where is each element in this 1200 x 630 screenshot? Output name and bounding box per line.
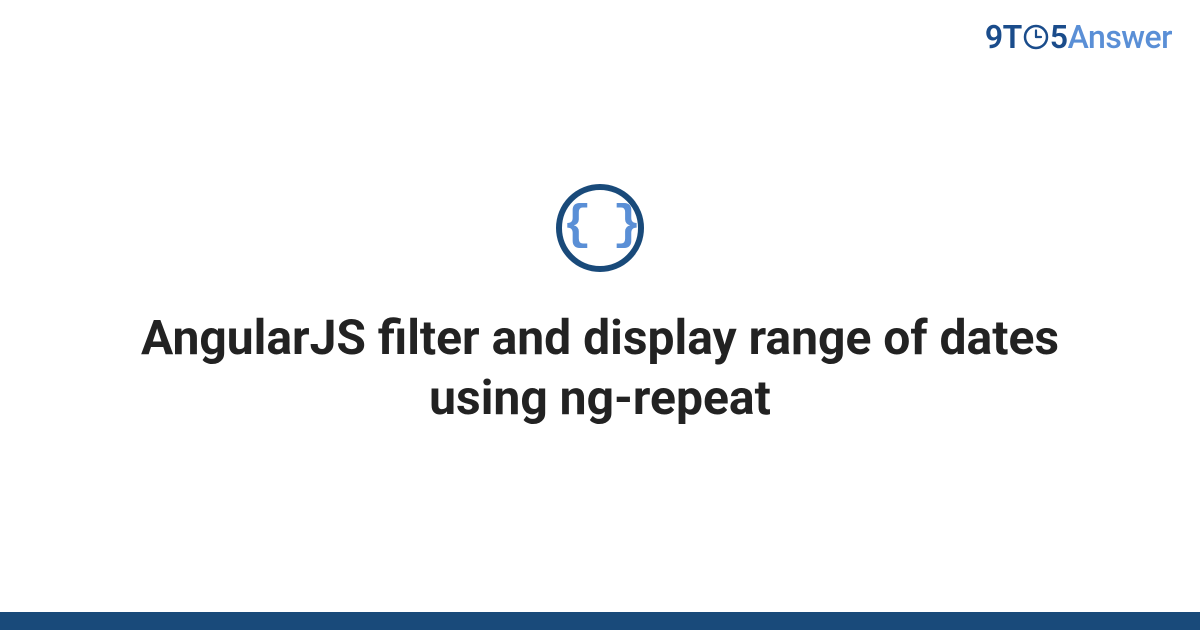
footer-accent-bar (0, 612, 1200, 630)
braces-icon: { } (563, 202, 637, 250)
main-content: { } AngularJS filter and display range o… (0, 0, 1200, 612)
page-title: AngularJS filter and display range of da… (100, 308, 1100, 428)
topic-icon-circle: { } (556, 184, 644, 272)
